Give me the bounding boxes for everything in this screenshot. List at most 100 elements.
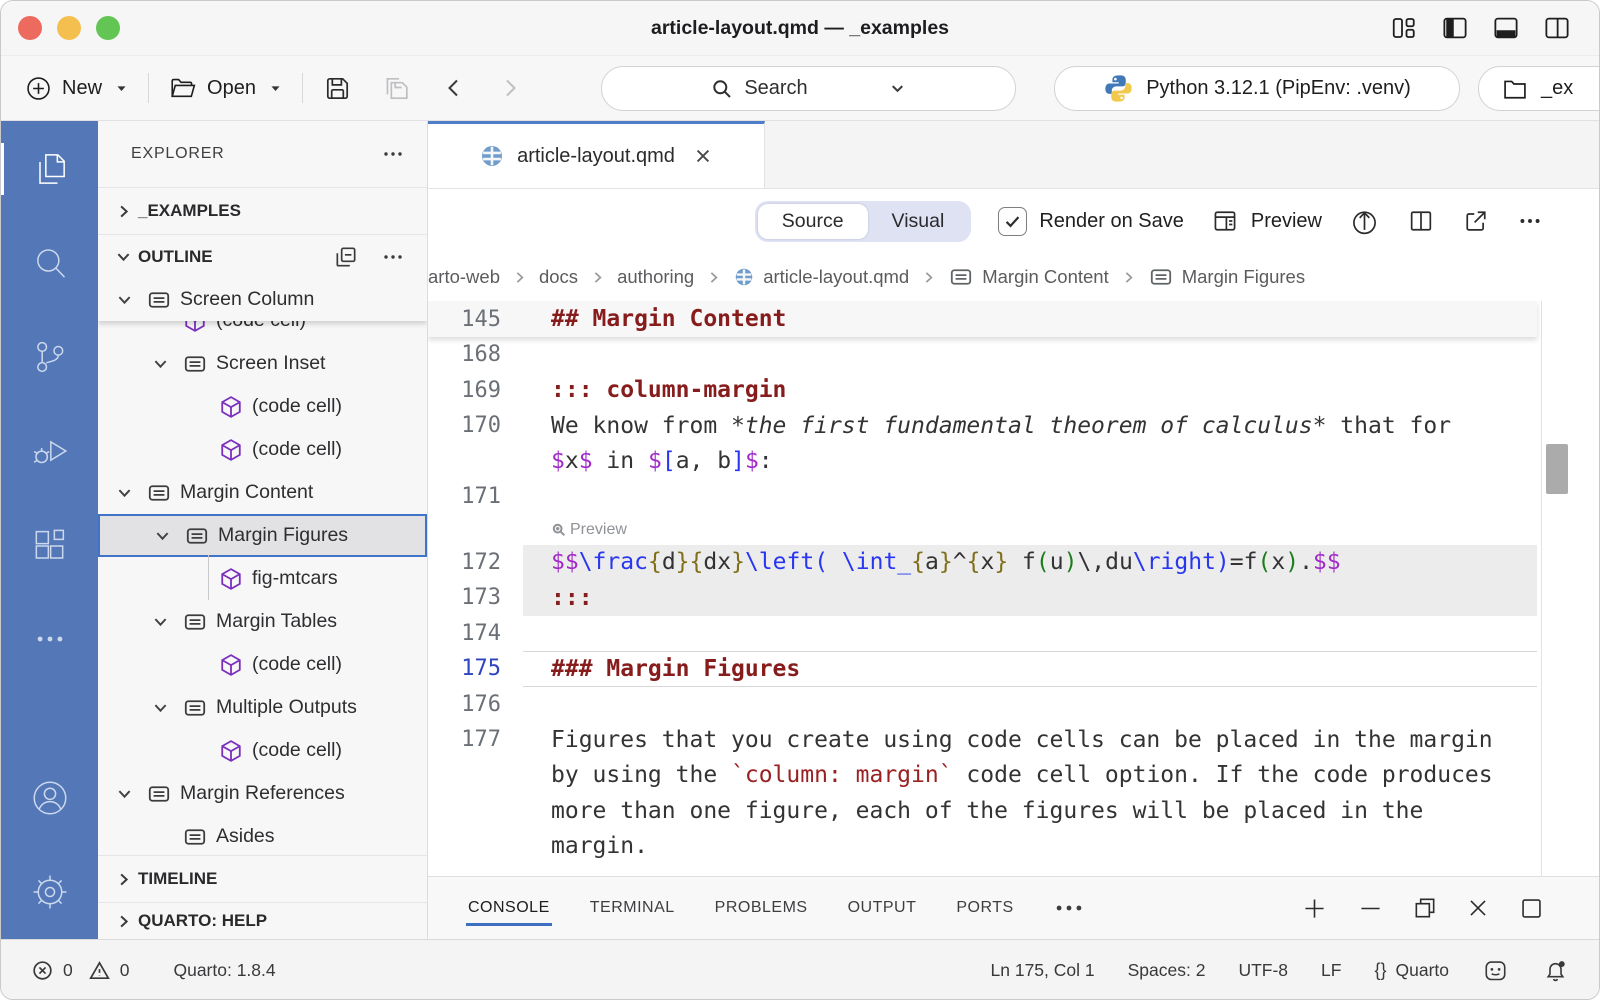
activity-run-debug[interactable]	[1, 423, 98, 479]
tree-row-code-cell[interactable]: (code cell)	[98, 321, 427, 342]
code-line-text: margin.	[523, 829, 1537, 865]
python-interpreter-button[interactable]: Python 3.12.1 (PipEnv: .venv)	[1054, 66, 1460, 111]
close-icon[interactable]	[693, 146, 713, 166]
tree-row-code-cell[interactable]: (code cell)	[98, 729, 427, 772]
activity-account[interactable]	[1, 770, 98, 826]
close-window-button[interactable]	[18, 16, 42, 40]
open-external-icon[interactable]	[1462, 207, 1490, 235]
toggle-secondary-sidebar-icon[interactable]	[1542, 13, 1572, 43]
more-actions-icon[interactable]	[381, 245, 405, 269]
split-editor-icon[interactable]	[1407, 207, 1435, 235]
section-examples[interactable]: _EXAMPLES	[98, 187, 427, 234]
activity-extensions[interactable]	[1, 517, 98, 573]
activity-source-control[interactable]	[1, 329, 98, 385]
tree-item-label: Margin Content	[180, 481, 313, 504]
chevron-down-icon[interactable]	[106, 290, 142, 309]
tree-row-code-cell[interactable]: (code cell)	[98, 428, 427, 471]
encoding[interactable]: UTF-8	[1238, 960, 1288, 981]
tree-row-fig-mtcars[interactable]: fig-mtcars	[98, 557, 427, 600]
scrollbar-thumb[interactable]	[1546, 444, 1568, 494]
go-forward-icon[interactable]	[498, 76, 522, 100]
breadcrumb-docs[interactable]: docs	[539, 266, 578, 288]
tree-row-margin-figures[interactable]: Margin Figures	[98, 514, 427, 557]
save-icon[interactable]	[322, 73, 353, 104]
indentation[interactable]: Spaces: 2	[1128, 960, 1206, 981]
visual-mode-button[interactable]: Visual	[868, 204, 969, 239]
render-on-save-control[interactable]: Render on Save	[998, 207, 1184, 236]
breadcrumb-margin-figures[interactable]: Margin Figures	[1148, 264, 1305, 290]
source-mode-button[interactable]: Source	[758, 204, 868, 239]
go-back-icon[interactable]	[442, 76, 466, 100]
tab-article-layout[interactable]: article-layout.qmd	[428, 121, 765, 188]
toggle-panel-icon[interactable]	[1491, 13, 1521, 43]
activity-more[interactable]	[1, 611, 98, 667]
panel-tab-ports[interactable]: PORTS	[954, 891, 1015, 926]
more-actions-icon[interactable]	[1517, 208, 1543, 234]
minimize-panel-icon[interactable]	[1356, 894, 1385, 923]
close-panel-icon[interactable]	[1465, 895, 1491, 921]
breadcrumb-authoring[interactable]: authoring	[617, 266, 694, 288]
customize-layout-icon[interactable]	[1389, 13, 1419, 43]
preview-button[interactable]: Preview	[1211, 207, 1322, 235]
quarto-version[interactable]: Quarto: 1.8.4	[173, 960, 275, 981]
more-actions-icon[interactable]	[381, 142, 405, 166]
maximize-panel-icon[interactable]	[1518, 895, 1545, 922]
panel-tab-terminal[interactable]: TERMINAL	[588, 891, 677, 926]
tree-row-multiple-outputs[interactable]: Multiple Outputs	[98, 686, 427, 729]
tree-row-screen-inset[interactable]: Screen Inset	[98, 342, 427, 385]
section-outline[interactable]: OUTLINE	[98, 234, 427, 278]
panel-tab-console[interactable]: CONSOLE	[466, 891, 552, 926]
tree-row-code-cell[interactable]: (code cell)	[98, 385, 427, 428]
zoom-window-button[interactable]	[96, 16, 120, 40]
activity-explorer[interactable]	[1, 141, 98, 197]
code-token: ::: column-margin	[551, 377, 786, 403]
collapse-all-icon[interactable]	[333, 244, 359, 270]
checkbox-checked-icon[interactable]	[998, 207, 1027, 236]
eol-sequence[interactable]: LF	[1321, 960, 1341, 981]
breadcrumb-article-layout-qmd[interactable]: article-layout.qmd	[733, 266, 909, 288]
workspace-button[interactable]: _ex	[1478, 66, 1600, 111]
chevron-down-icon[interactable]	[106, 483, 142, 502]
code-editor[interactable]: 145## Margin Content168169::: column-mar…	[428, 301, 1599, 876]
tree-row-margin-references[interactable]: Margin References	[98, 772, 427, 815]
problems-status[interactable]: 0 0	[31, 959, 129, 982]
activity-search[interactable]	[1, 235, 98, 291]
panel-tab-problems[interactable]: PROBLEMS	[713, 891, 810, 926]
breadcrumb-arto-web[interactable]: arto-web	[428, 266, 500, 288]
section-timeline[interactable]: TIMELINE	[98, 855, 427, 902]
search-input[interactable]: Search	[601, 66, 1016, 111]
tree-row-margin-content[interactable]: Margin Content	[98, 471, 427, 514]
tree-row-asides[interactable]: Asides	[98, 815, 427, 855]
code-token: a, b	[676, 448, 731, 474]
panel-tab-output[interactable]: OUTPUT	[846, 891, 919, 926]
notifications-bell-icon[interactable]	[1542, 957, 1569, 984]
open-button[interactable]: Open	[168, 74, 283, 103]
chevron-down-icon[interactable]	[144, 526, 180, 545]
chevron-down-icon[interactable]	[142, 354, 178, 373]
chevron-down-icon[interactable]	[142, 698, 178, 717]
chevron-right-icon	[1120, 269, 1137, 286]
more-actions-icon[interactable]	[1052, 891, 1086, 925]
minimize-window-button[interactable]	[57, 16, 81, 40]
tree-item-label: fig-mtcars	[252, 567, 338, 590]
chevron-down-icon[interactable]	[106, 784, 142, 803]
new-button[interactable]: New	[25, 75, 129, 102]
code-line-wrap: $x$ in $[a, b]$:	[428, 444, 1537, 480]
tree-row-code-cell[interactable]: (code cell)	[98, 643, 427, 686]
cursor-position[interactable]: Ln 175, Col 1	[991, 960, 1095, 981]
code-token: :::	[551, 585, 593, 611]
restore-panel-icon[interactable]	[1412, 895, 1438, 921]
breadcrumb-margin-content[interactable]: Margin Content	[948, 264, 1108, 290]
codelens-preview[interactable]: Preview	[551, 521, 627, 539]
section-quarto-help[interactable]: QUARTO: HELP	[98, 902, 427, 939]
tree-row-screen-column[interactable]: Screen Column	[98, 278, 427, 321]
toggle-primary-sidebar-icon[interactable]	[1440, 13, 1470, 43]
language-mode[interactable]: {} Quarto	[1374, 960, 1449, 981]
activity-settings[interactable]	[1, 864, 98, 920]
feedback-smiley-icon[interactable]	[1482, 957, 1509, 984]
tree-row-margin-tables[interactable]: Margin Tables	[98, 600, 427, 643]
new-panel-icon[interactable]	[1300, 894, 1329, 923]
save-all-icon[interactable]	[381, 73, 412, 104]
render-circle-arrow-icon[interactable]	[1349, 206, 1380, 237]
chevron-down-icon[interactable]	[142, 612, 178, 631]
